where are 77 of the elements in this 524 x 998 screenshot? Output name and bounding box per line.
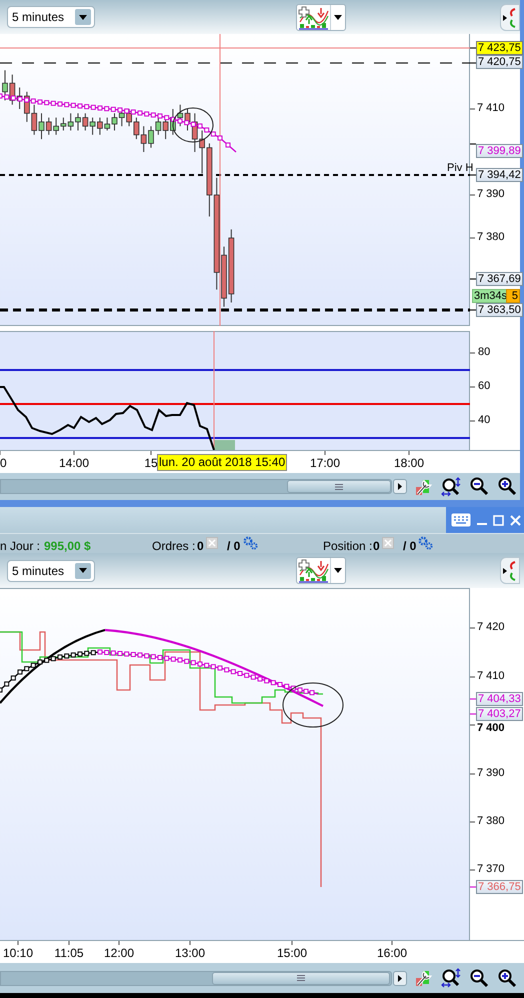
keyboard-icon[interactable] (451, 513, 471, 527)
time-label: 17:00 (310, 457, 340, 469)
indicator-button[interactable] (296, 557, 346, 584)
time-label: 16:00 (376, 947, 408, 959)
price-label: 7 363,50 (476, 303, 523, 317)
axis-label: 40 (478, 415, 490, 426)
scrollbar-thumb[interactable] (287, 480, 391, 493)
price-label: 7 423,75 (476, 41, 523, 55)
axis-label: 80 (478, 347, 490, 358)
axis-label: 60 (478, 381, 490, 392)
time-label: 15:00 (276, 947, 308, 959)
time-label: 15 (144, 457, 158, 469)
maximize-icon[interactable] (493, 514, 504, 526)
arrow-icon (398, 974, 402, 982)
gears-icon[interactable] (418, 536, 434, 550)
axis-label: 7 380 (477, 232, 505, 243)
price-label: 7 399,89 (476, 144, 523, 158)
counter-label: Position : (323, 538, 372, 555)
indicator-button[interactable] (296, 4, 346, 30)
zoom-fit-icon[interactable] (441, 476, 461, 496)
pnl-label: n Jour : (0, 538, 40, 555)
cursor-date-label: lun. 20 août 2018 15:40 (157, 454, 288, 471)
zoom-fit-icon[interactable] (441, 968, 461, 988)
counter-total: / 0 (227, 538, 240, 555)
signal-zone (214, 440, 235, 450)
zoom-out-icon[interactable] (470, 968, 489, 988)
buy-sell-arrows-icon[interactable] (500, 557, 520, 584)
axis-label: 7 390 (477, 189, 505, 200)
caret-icon (79, 568, 87, 573)
chart-indicators-icon (297, 558, 330, 583)
pivot-label: Piv H (447, 163, 474, 174)
axis-label: 7 420 (477, 622, 505, 633)
caret-icon (334, 14, 342, 20)
highlight-ellipse (282, 682, 344, 728)
highlight-ellipse (172, 108, 214, 142)
zoom-out-icon[interactable] (470, 477, 489, 496)
zoom-in-icon[interactable] (498, 477, 517, 496)
pnl-value: 995,00 $ (44, 538, 91, 555)
axis-label: 7 380 (477, 816, 505, 827)
chart-indicators-icon (297, 4, 330, 30)
time-label: 18:00 (394, 457, 424, 469)
axis-label: 7 370 (477, 864, 505, 875)
price-label: 7 403,27 (476, 707, 523, 721)
buy-sell-arrows-icon[interactable] (500, 4, 520, 31)
arrow-icon (398, 483, 402, 490)
time-label: 0 (0, 457, 7, 469)
price-label: 5 (506, 289, 520, 303)
scroll-right-button[interactable] (393, 970, 407, 986)
scrollbar-thumb[interactable] (212, 972, 390, 984)
gears-icon[interactable] (243, 536, 259, 550)
wrench-icon[interactable] (414, 968, 432, 988)
zoom-in-icon[interactable] (498, 968, 517, 988)
time-label: 11:05 (54, 947, 84, 959)
caret-icon (334, 568, 342, 573)
price-label: 7 404,33 (476, 692, 523, 706)
timeframe-dropdown[interactable]: 5 minutes (7, 6, 95, 28)
axis-label: 7 410 (477, 103, 505, 114)
price-label: 7 367,69 (476, 272, 523, 286)
time-label: 13:00 (174, 947, 206, 959)
time-label: 12:00 (104, 947, 134, 959)
caret-icon (79, 14, 87, 20)
axis-label: 7 390 (477, 768, 505, 779)
counter-label: Ordres : (152, 538, 196, 555)
price-label: 7 366,75 (476, 880, 523, 894)
axis-label: 7 410 (477, 671, 505, 682)
time-label: 14:00 (58, 457, 90, 469)
close-icon[interactable] (510, 514, 521, 526)
counter-total: / 0 (403, 538, 416, 555)
price-label: 7 420,75 (476, 55, 523, 69)
scroll-right-button[interactable] (393, 479, 407, 494)
axis-label: 7 400 (477, 723, 505, 734)
counter-value: 0 (197, 538, 204, 555)
price-label: 7 394,42 (476, 168, 523, 182)
axis-ticks (470, 352, 476, 422)
time-label: 10:10 (2, 947, 34, 959)
counter-value: 0 (373, 538, 380, 555)
timeframe-dropdown[interactable]: 5 minutes (7, 560, 95, 582)
